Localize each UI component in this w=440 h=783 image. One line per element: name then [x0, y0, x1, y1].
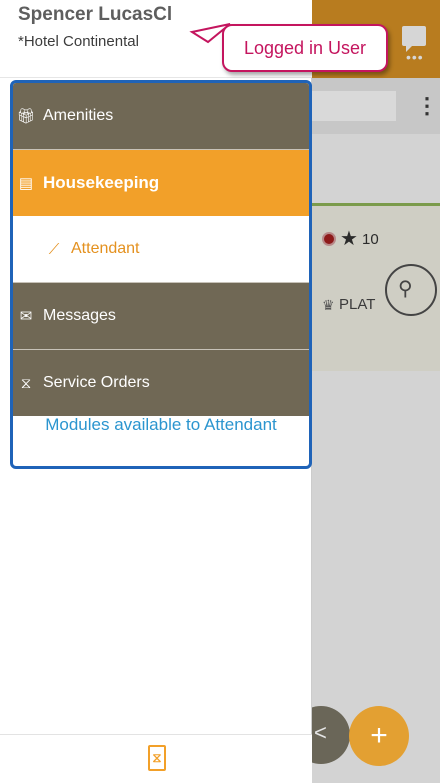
menu-item-housekeeping[interactable]: ▤ Housekeeping — [13, 150, 309, 216]
menu-item-amenities[interactable]: 🎁︎ Amenities — [13, 83, 309, 149]
menu-item-label: Service Orders — [43, 374, 150, 391]
modules-note: Modules available to Attendant — [45, 415, 277, 434]
star-icon: ★ — [340, 228, 358, 250]
clipboard-hourglass-icon[interactable]: ⧖ — [148, 745, 166, 771]
menu-item-label: Messages — [43, 307, 116, 324]
add-fab-button[interactable]: + — [349, 706, 409, 766]
envelope-icon: ✉ — [19, 308, 33, 325]
fab-close-symbol: < — [314, 720, 327, 745]
kebab-menu-icon[interactable]: ⋮ — [416, 92, 438, 120]
logged-in-user-callout: Logged in User — [222, 24, 388, 72]
hotel-name: *Hotel Continental — [18, 33, 139, 50]
search-input[interactable] — [312, 91, 396, 121]
gift-icon: 🎁︎ — [16, 108, 36, 125]
status-dot-icon — [322, 232, 336, 246]
broom-icon: ⟋ — [48, 240, 60, 258]
chat-icon[interactable] — [402, 26, 426, 52]
crown-icon: ♛ — [322, 297, 335, 313]
hourglass-icon: ⧖ — [20, 374, 32, 392]
navigation-drawer: Spencer LucasCl *Hotel Continental 🎁︎ Am… — [0, 0, 312, 783]
card-tier: PLAT — [339, 296, 376, 313]
modules-highlight-box: 🎁︎ Amenities ▤ Housekeeping ⟋ Attendant … — [10, 80, 312, 469]
clipboard-icon: ▤ — [18, 175, 34, 192]
broom-icon: ⚲ — [398, 278, 413, 300]
callout-text: Logged in User — [243, 38, 367, 58]
user-name: Spencer LucasCl — [18, 4, 173, 25]
menu-item-service-orders[interactable]: ⧖ Service Orders — [13, 350, 309, 416]
drawer-footer: ⧖ — [0, 734, 312, 783]
card-rating: 10 — [362, 231, 379, 248]
chat-dots-icon: ••• — [406, 49, 424, 65]
menu-item-label: Housekeeping — [43, 173, 160, 192]
fab-add-symbol: + — [370, 719, 388, 752]
menu-item-messages[interactable]: ✉ Messages — [13, 283, 309, 349]
menu-item-attendant[interactable]: ⟋ Attendant — [13, 216, 309, 282]
menu-item-label: Amenities — [43, 107, 114, 124]
menu-item-label: Attendant — [71, 240, 140, 257]
